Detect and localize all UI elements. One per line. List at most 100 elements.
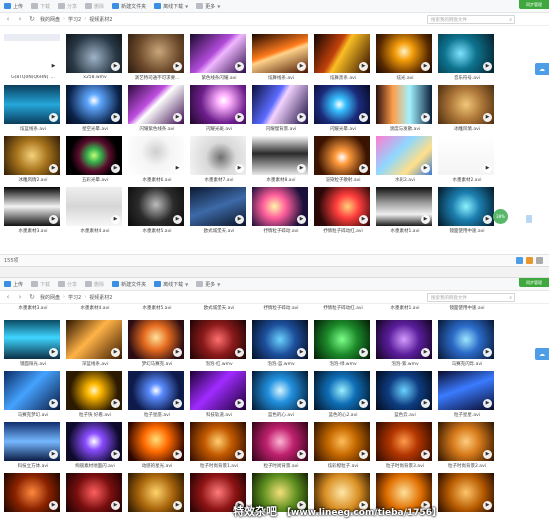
play-icon[interactable]: ▶ xyxy=(173,348,182,357)
breadcrumb-item[interactable]: 我的网盘 xyxy=(40,16,60,23)
file-name[interactable]: 泡泡-蓝.wmv xyxy=(250,361,312,367)
video-thumbnail[interactable]: ▶ xyxy=(66,473,122,512)
file-name[interactable]: 闪耀慢背景.avi xyxy=(250,126,312,132)
file-tile[interactable]: ▶ 炫舞黑条.avi xyxy=(312,32,374,83)
video-thumbnail[interactable]: ▶ xyxy=(128,34,184,73)
file-name[interactable]: 泡泡-绿.wmv xyxy=(312,361,374,367)
video-thumbnail[interactable]: ▶ xyxy=(252,136,308,175)
new-folder-button[interactable]: 新建文件夹 xyxy=(112,281,146,288)
play-icon[interactable]: ▶ xyxy=(359,348,368,357)
play-icon[interactable]: ▶ xyxy=(421,450,430,459)
play-icon[interactable]: ▶ xyxy=(173,501,182,510)
file-tile[interactable]: ▶ 绚丽素材地面闪.avi xyxy=(64,420,126,471)
file-name[interactable]: 粒子时尚背景1.avi xyxy=(188,463,250,469)
file-tile[interactable]: ▶ 闪耀光斑.avi xyxy=(188,83,250,134)
file-name[interactable]: 闪耀紫色线条.avi xyxy=(126,126,188,132)
file-tile[interactable]: ▶ 炫光.avi xyxy=(374,32,436,83)
sync-manage-button[interactable]: 同步管理 xyxy=(519,0,549,9)
play-icon[interactable]: ▶ xyxy=(297,215,306,224)
play-icon[interactable]: ▶ xyxy=(173,113,182,122)
play-icon[interactable]: ▶ xyxy=(173,399,182,408)
file-name[interactable]: 炫舞线条.avi xyxy=(250,75,312,81)
video-thumbnail[interactable]: ▶ xyxy=(4,371,60,410)
video-thumbnail[interactable]: ▶ xyxy=(438,320,494,359)
file-name[interactable]: 粒子快 好看.avi xyxy=(64,412,126,418)
file-tile[interactable]: ▶ xyxy=(126,471,188,522)
file-tile[interactable]: ▶ 泡泡-红.wmv xyxy=(188,318,250,369)
play-icon[interactable]: ▶ xyxy=(359,450,368,459)
play-icon[interactable]: ▶ xyxy=(235,113,244,122)
file-name[interactable]: 紫色线条闪耀.avi xyxy=(188,75,250,81)
breadcrumb-item[interactable]: 视频素材2 xyxy=(89,16,112,23)
more-button[interactable]: 更多 ▼ xyxy=(196,281,220,288)
file-tile[interactable]: ▶ 镜面阳光.avi xyxy=(2,318,64,369)
file-tile[interactable]: ▶ 炫彩橙粒子.avi xyxy=(312,420,374,471)
video-thumbnail[interactable]: ▶ xyxy=(190,136,246,175)
video-thumbnail[interactable]: ▶ xyxy=(190,85,246,124)
file-tile[interactable]: ▶ 粒子时尚背景3.avi xyxy=(374,420,436,471)
video-thumbnail[interactable]: ▶ xyxy=(252,187,308,226)
upload-button[interactable]: 上传 xyxy=(4,281,23,288)
file-tile[interactable]: ▶ 蓝色云.avi xyxy=(374,369,436,420)
video-thumbnail[interactable]: ▶ xyxy=(314,371,370,410)
file-tile[interactable]: ▶ 蓝色的心2.avi xyxy=(312,369,374,420)
file-name[interactable]: 蓝色的心2.avi xyxy=(312,412,374,418)
play-icon[interactable]: ▶ xyxy=(111,399,120,408)
file-tile[interactable]: 镜面使用中速.avi xyxy=(436,305,498,314)
search-icon[interactable]: ⌕ xyxy=(509,17,514,23)
file-name[interactable]: 演艺特司通不可求要... xyxy=(126,75,188,81)
file-tile[interactable]: ▶ 渲染粒子散射.avi xyxy=(312,134,374,185)
video-thumbnail[interactable]: ▶ xyxy=(376,187,432,226)
play-icon[interactable]: ▶ xyxy=(297,399,306,408)
new-folder-button[interactable]: 新建文件夹 xyxy=(112,3,146,10)
file-name[interactable]: 水墨素材2.avi xyxy=(436,177,498,183)
video-thumbnail[interactable]: ▶ xyxy=(4,85,60,124)
file-tile[interactable]: ▶ 水墨素材6.avi xyxy=(126,134,188,185)
file-name[interactable]: 科技立方体.avi xyxy=(2,463,64,469)
file-tile[interactable]: ▶ 紫色线条闪耀.avi xyxy=(188,32,250,83)
file-tile[interactable]: ▶ 粒子时尚背景1.avi xyxy=(188,420,250,471)
search-input[interactable]: 搜索我的网盘文件 ⌕ xyxy=(427,15,515,24)
file-name[interactable]: 泡泡-红.wmv xyxy=(188,361,250,367)
file-name[interactable]: 欧式城堡天.avi xyxy=(188,305,250,311)
file-tile[interactable]: ▶ 动感的星光.avi xyxy=(126,420,188,471)
file-name[interactable]: 水墨素材5.avi xyxy=(126,228,188,234)
file-name[interactable]: 星空光晕.avi xyxy=(64,126,126,132)
file-name[interactable]: 粒子时尚背景.avi xyxy=(250,463,312,469)
file-tile[interactable]: ▶ 水墨素材2.avi xyxy=(436,134,498,185)
video-thumbnail[interactable]: ▶ xyxy=(314,136,370,175)
file-tile[interactable]: ▶ 闪耀光晕.avi xyxy=(312,83,374,134)
video-thumbnail[interactable]: ▶ xyxy=(438,85,494,124)
video-thumbnail[interactable]: ▶ xyxy=(252,422,308,461)
video-thumbnail[interactable]: ▶ xyxy=(66,371,122,410)
file-tile[interactable]: ▶ 闪耀紫色线条.avi xyxy=(126,83,188,134)
video-thumbnail[interactable]: ▶ xyxy=(438,136,494,175)
play-icon[interactable]: ▶ xyxy=(173,450,182,459)
file-name[interactable]: 闪耀光晕.avi xyxy=(312,126,374,132)
video-thumbnail[interactable]: ▶ xyxy=(4,320,60,359)
play-icon[interactable]: ▶ xyxy=(483,215,492,224)
file-name[interactable]: 绚丽素材地面闪.avi xyxy=(64,463,126,469)
play-icon[interactable]: ▶ xyxy=(111,113,120,122)
video-thumbnail[interactable]: ▶ xyxy=(314,187,370,226)
file-tile[interactable]: 水墨素材4.avi xyxy=(64,305,126,314)
file-tile[interactable]: ▶ 水彩2.avi xyxy=(374,134,436,185)
video-thumbnail[interactable]: ▶ xyxy=(252,320,308,359)
video-thumbnail[interactable]: ▶ xyxy=(438,187,494,226)
play-icon[interactable]: ▶ xyxy=(297,113,306,122)
file-tile[interactable]: ▶ 粒子时尚背景2.avi xyxy=(436,420,498,471)
video-thumbnail[interactable]: ▶ xyxy=(376,136,432,175)
file-tile[interactable]: ▶ 马赛克闪烁.avi xyxy=(436,318,498,369)
file-tile[interactable]: ▶ 梦幻马赛克.avi xyxy=(126,318,188,369)
file-tile[interactable]: ▶ 炫蓝线条.avi xyxy=(2,83,64,134)
file-tile[interactable]: ▶ 水墨素材8.avi xyxy=(250,134,312,185)
file-name[interactable]: 抒情粒子碎动.avi xyxy=(250,228,312,234)
file-tile[interactable]: ▶ xyxy=(2,471,64,522)
video-thumbnail[interactable]: ▶ xyxy=(128,422,184,461)
file-tile[interactable]: 欧式城堡天.avi xyxy=(188,305,250,314)
video-thumbnail[interactable]: ▶ xyxy=(128,320,184,359)
play-icon[interactable]: ▶ xyxy=(483,450,492,459)
file-name[interactable]: 粒子时尚背景3.avi xyxy=(374,463,436,469)
play-icon[interactable]: ▶ xyxy=(111,501,120,510)
download-button[interactable]: 下载 xyxy=(31,281,50,288)
